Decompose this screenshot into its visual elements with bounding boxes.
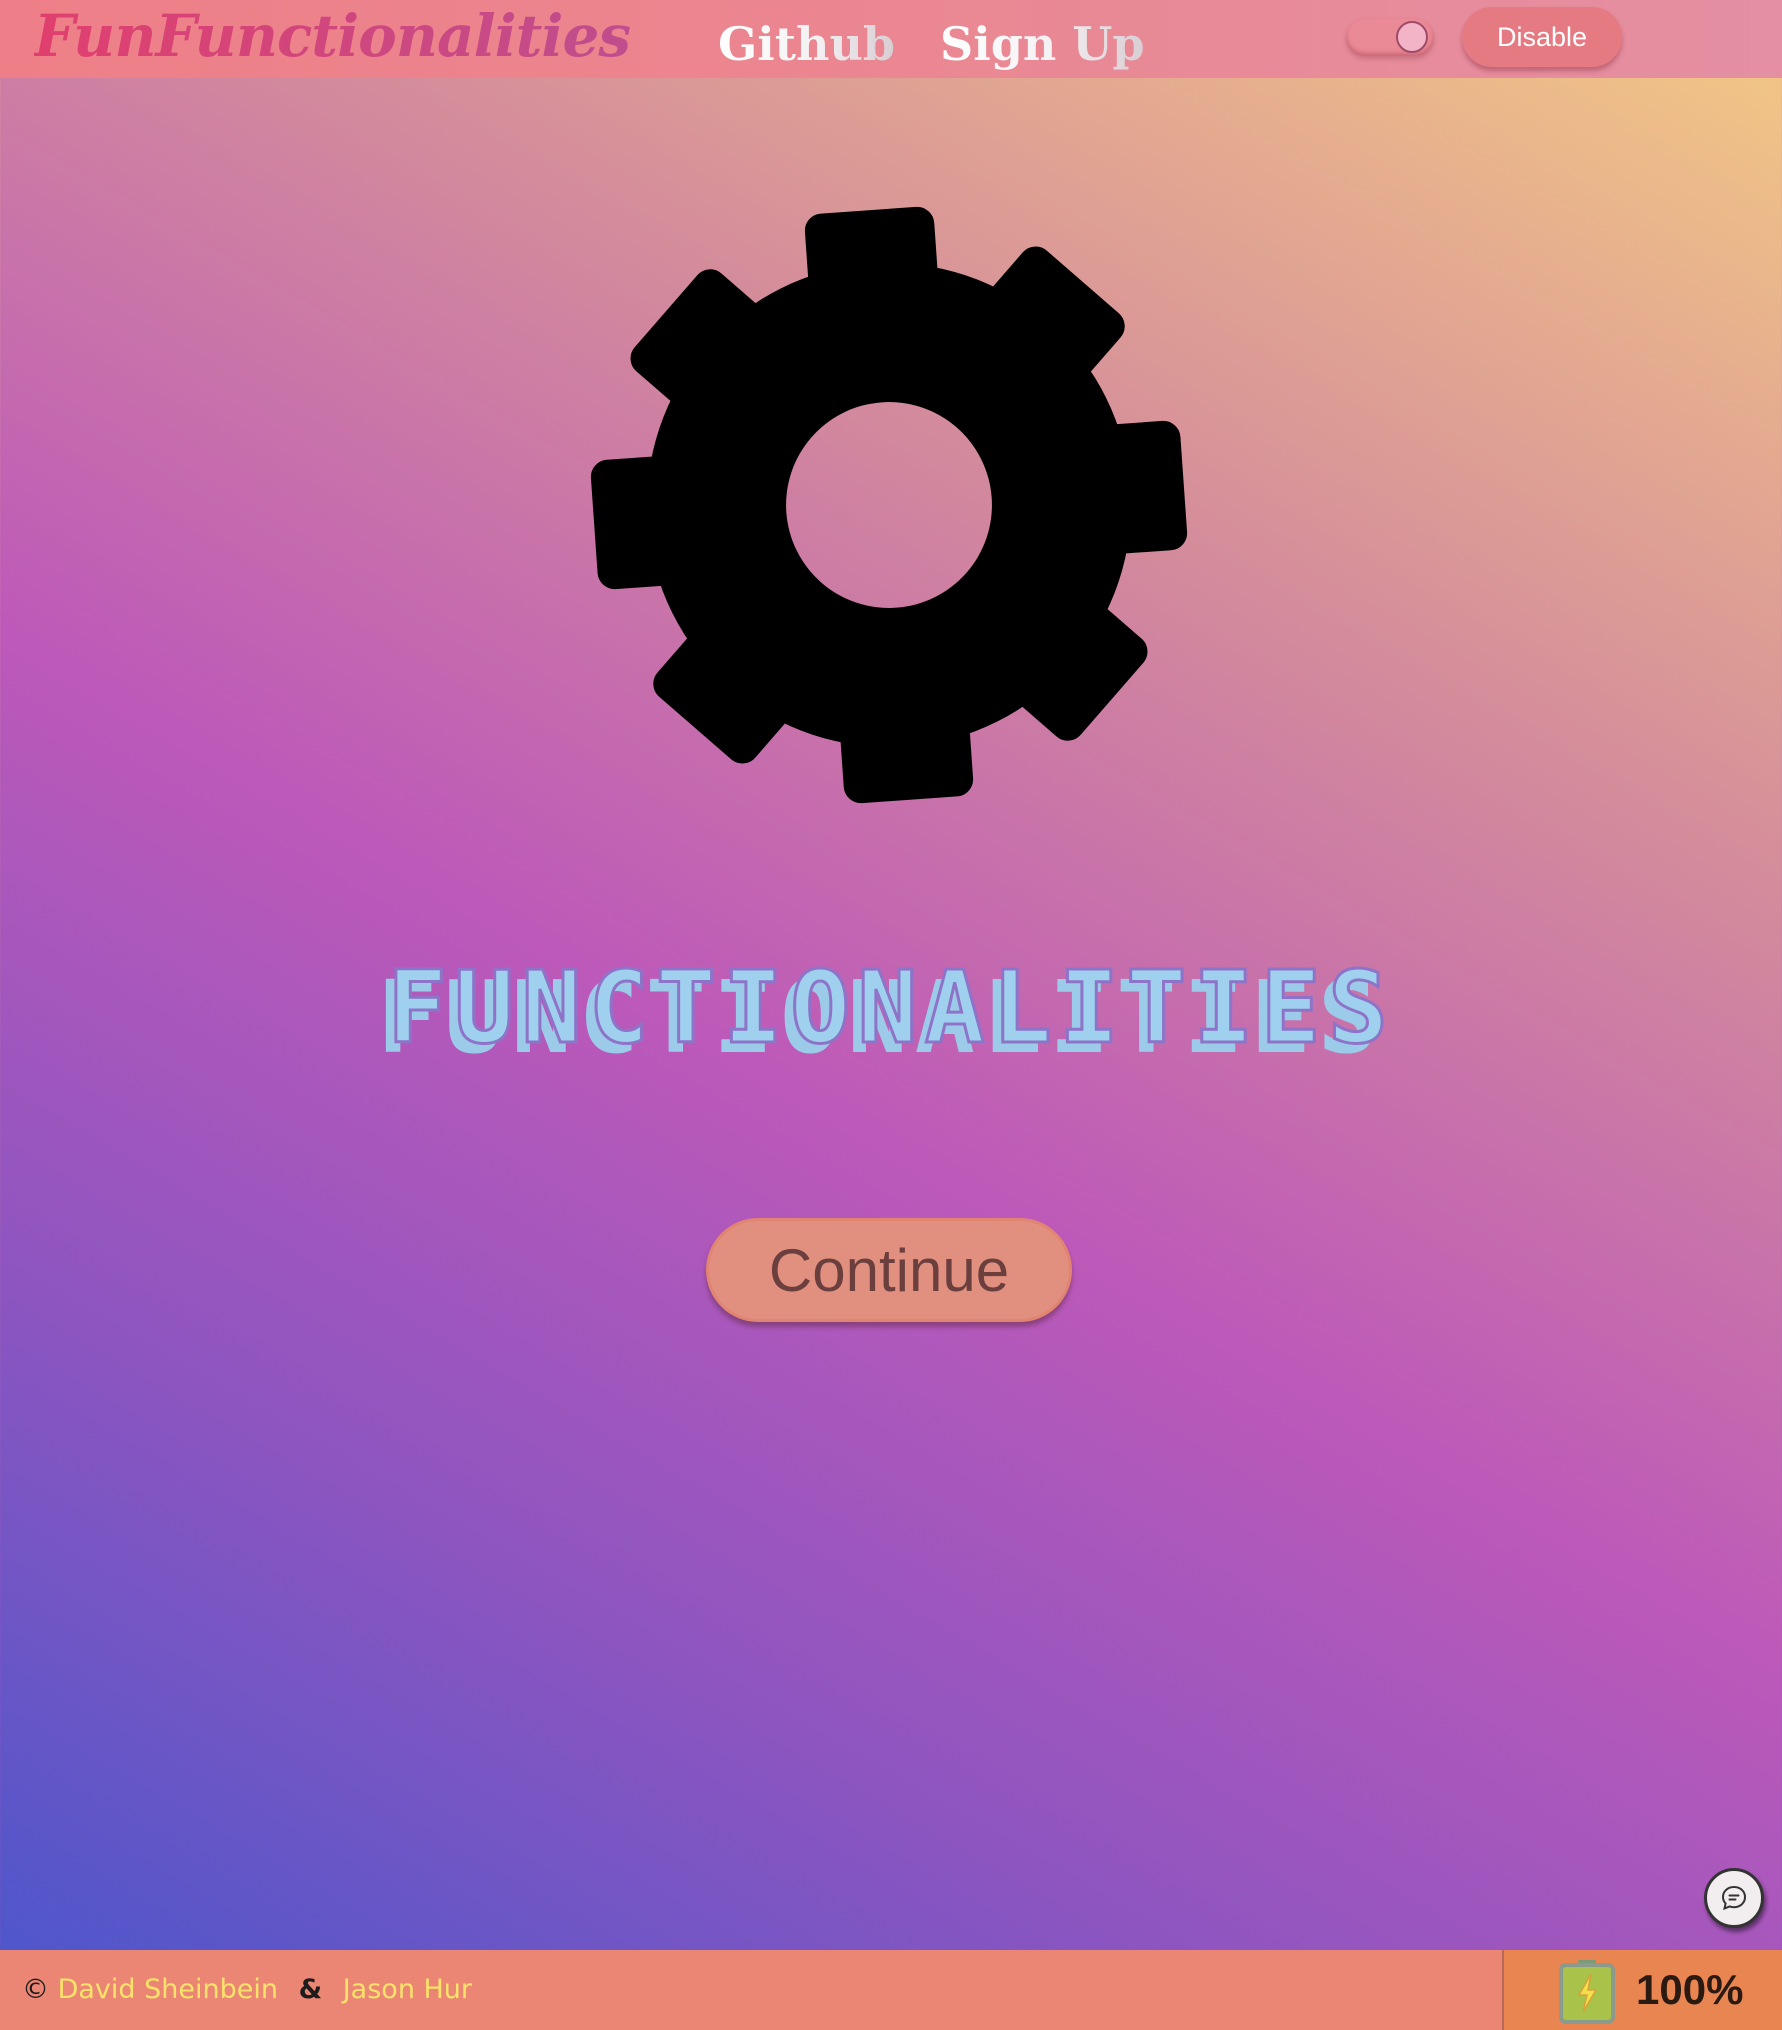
- author-link-jason-hur[interactable]: Jason Hur: [343, 1974, 472, 2005]
- gear-icon: [590, 206, 1188, 804]
- nav-link-sign-up[interactable]: Sign Up: [940, 12, 1145, 76]
- page-title: FUNCTIONALITIES: [385, 948, 1396, 1068]
- brand-logo[interactable]: FunFunctionalities: [34, 0, 631, 78]
- battery-charging-icon: [1559, 1960, 1615, 2024]
- chat-bubble-icon: [1721, 1885, 1747, 1911]
- author-link-david-sheinbein[interactable]: David Sheinbein: [58, 1974, 278, 2005]
- footer: © David Sheinbein & Jason Hur 100%: [0, 1950, 1782, 2030]
- author-separator: &: [298, 1974, 323, 2005]
- nav-link-github[interactable]: Github: [718, 12, 895, 76]
- disable-button[interactable]: Disable: [1462, 7, 1622, 67]
- feature-toggle-switch[interactable]: [1346, 18, 1434, 56]
- toggle-knob: [1396, 21, 1428, 53]
- footer-credits: © David Sheinbein & Jason Hur: [22, 1950, 472, 2030]
- chat-button[interactable]: [1704, 1868, 1764, 1928]
- copyright-symbol: ©: [22, 1974, 49, 2005]
- continue-button[interactable]: Continue: [706, 1218, 1072, 1322]
- battery-percentage: 100%: [1636, 1966, 1744, 2013]
- battery-status: 100%: [1502, 1950, 1782, 2030]
- top-navbar: FunFunctionalities Github Sign Up Disabl…: [0, 0, 1782, 78]
